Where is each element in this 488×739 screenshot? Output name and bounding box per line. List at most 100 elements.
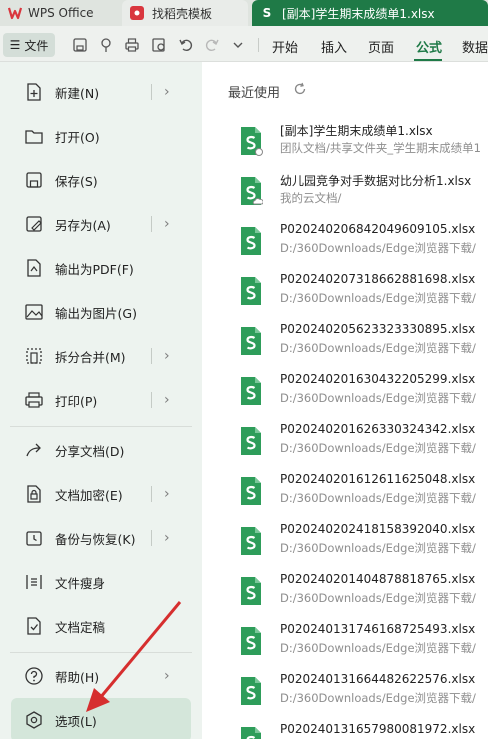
recent-file-name: P020240207318662881698.xlsx [280,272,476,286]
recent-file-path: D:/360Downloads/Edge浏览器下载/ [280,641,476,655]
recent-file-row[interactable]: P020240202418158392040.xlsx D:/360Downloa… [202,520,488,570]
redo-icon[interactable] [204,37,220,53]
spreadsheet-file-icon [241,727,261,739]
lock-icon [27,485,41,503]
recent-file-path: D:/360Downloads/Edge浏览器下载/ [280,691,476,705]
recent-file-row[interactable]: P020240201612611625048.xlsx D:/360Downloa… [202,470,488,520]
recent-file-path: D:/360Downloads/Edge浏览器下载/ [280,341,476,355]
tab-wps-office[interactable]: WPS Office [0,0,118,26]
chevron-down-icon[interactable] [230,37,246,53]
menu-item-label: 输出为图片(G) [55,305,137,321]
template-logo-icon [130,6,144,20]
menu-item-label: 打开(O) [55,129,100,145]
recent-file-name: P020240205623323330895.xlsx [280,322,476,336]
menu-item-share[interactable]: 分享文档(D) [0,428,202,472]
tab-template[interactable]: 找稻壳模板 [122,0,248,26]
recent-file-row[interactable]: 幼儿园竞争对手数据对比分析1.xlsx 我的云文档/ [202,170,488,220]
recent-file-path: D:/360Downloads/Edge浏览器下载/ [280,541,476,555]
recent-file-name: 幼儿园竞争对手数据对比分析1.xlsx [280,174,472,188]
spreadsheet-file-icon [241,677,261,705]
recent-file-row[interactable]: [副本]学生期末成绩单1.xlsx 团队文档/共享文件夹_学生期末成绩单1 [202,120,488,170]
menu-item-backup[interactable]: 备份与恢复(K) › [0,516,202,560]
save-icon [26,172,42,188]
spreadsheet-file-icon [241,227,261,255]
menu-item-separator [151,530,152,546]
recent-file-path: D:/360Downloads/Edge浏览器下载/ [280,491,476,505]
spreadsheet-file-icon [241,527,261,555]
recent-file-name: P020240131657980081972.xlsx [280,722,476,736]
chevron-right-icon[interactable]: › [164,216,170,232]
recent-file-name: P020240206842049609105.xlsx [280,222,476,236]
menu-item-save-as[interactable]: 另存为(A) › [0,202,202,246]
recent-file-row[interactable]: P020240131746168725493.xlsx D:/360Downloa… [202,620,488,670]
recent-file-row[interactable]: P020240131657980081972.xlsx [202,720,488,739]
spreadsheet-file-icon [241,327,261,355]
chevron-right-icon[interactable]: › [164,668,170,684]
spreadsheet-file-icon [241,177,263,205]
file-menu-label: 文件 [24,38,49,53]
export-pdf-icon [27,259,41,277]
tab-page[interactable]: 页面 [368,37,394,56]
recent-file-row[interactable]: P020240131664482622576.xlsx D:/360Downloa… [202,670,488,720]
spreadsheet-logo-icon: S [262,6,272,20]
menu-item-label: 分享文档(D) [55,443,125,459]
tab-data[interactable]: 数据 [462,37,488,56]
menu-bar: ☰ 文件 开始 插入 页面 公式 数据 [0,26,488,62]
recent-file-row[interactable]: P020240205623323330895.xlsx D:/360Downloa… [202,320,488,370]
menu-item-label: 新建(N) [55,85,100,101]
tab-template-label: 找稻壳模板 [152,6,213,21]
spreadsheet-file-icon [241,377,261,405]
menu-item-new[interactable]: 新建(N) › [0,70,202,114]
tab-home[interactable]: 开始 [272,37,298,56]
tab-formula[interactable]: 公式 [416,37,442,56]
menu-item-print[interactable]: 打印(P) › [0,378,202,422]
recent-file-path: D:/360Downloads/Edge浏览器下载/ [280,241,476,255]
menu-item-label: 保存(S) [55,173,98,189]
chevron-right-icon[interactable]: › [164,84,170,100]
menu-item-separator [151,486,152,502]
menu-divider [10,426,192,427]
menu-item-open[interactable]: 打开(O) [0,114,202,158]
menu-item-help[interactable]: 帮助(H) › [0,654,202,698]
menu-item-export-image[interactable]: 输出为图片(G) [0,290,202,334]
recent-file-row[interactable]: P020240201404878818765.xlsx D:/360Downloa… [202,570,488,620]
chevron-right-icon[interactable]: › [164,530,170,546]
save-tool-icon[interactable] [72,37,88,53]
refresh-icon[interactable] [293,82,307,96]
preview-tool-icon[interactable] [151,37,167,53]
recent-file-name: P020240201612611625048.xlsx [280,472,476,486]
undo-icon[interactable] [178,37,194,53]
chevron-right-icon[interactable]: › [164,486,170,502]
chevron-right-icon[interactable]: › [164,392,170,408]
menu-item-label: 选项(L) [55,713,97,729]
print-tool-icon[interactable] [124,37,140,53]
menu-item-label: 拆分合并(M) [55,349,126,365]
recent-file-name: P020240201404878818765.xlsx [280,572,476,586]
recent-file-row[interactable]: P020240206842049609105.xlsx D:/360Downloa… [202,220,488,270]
menu-item-encrypt[interactable]: 文档加密(E) › [0,472,202,516]
recent-file-name: P020240131664482622576.xlsx [280,672,476,686]
menu-item-export-pdf[interactable]: 输出为PDF(F) [0,246,202,290]
tab-document[interactable]: S [副本]学生期末成绩单1.xlsx [252,0,488,26]
new-file-icon [27,83,41,101]
open-folder-icon [25,130,43,144]
recent-file-row[interactable]: P020240207318662881698.xlsx D:/360Downloa… [202,270,488,320]
spreadsheet-file-icon [241,277,261,305]
spreadsheet-file-icon [241,577,261,605]
chevron-right-icon[interactable]: › [164,348,170,364]
recent-file-row[interactable]: P020240201626330324342.xlsx D:/360Downloa… [202,420,488,470]
link-tool-icon[interactable] [98,37,114,53]
split-merge-icon [26,348,42,364]
recent-file-path: D:/360Downloads/Edge浏览器下载/ [280,291,476,305]
menu-item-slim[interactable]: 文件瘦身 [0,560,202,604]
recent-file-row[interactable]: P020240201630432205299.xlsx D:/360Downloa… [202,370,488,420]
recent-file-path: 团队文档/共享文件夹_学生期末成绩单1 [280,141,481,155]
menu-item-options[interactable]: 选项(L) [11,698,191,739]
menu-item-label: 文档加密(E) [55,487,123,503]
menu-item-save[interactable]: 保存(S) [0,158,202,202]
file-menu-button[interactable]: ☰ 文件 [3,33,55,57]
tab-insert[interactable]: 插入 [321,37,347,56]
menu-item-finalize[interactable]: 文档定稿 [0,604,202,648]
menu-item-split-merge[interactable]: 拆分合并(M) › [0,334,202,378]
print-icon [25,392,43,408]
